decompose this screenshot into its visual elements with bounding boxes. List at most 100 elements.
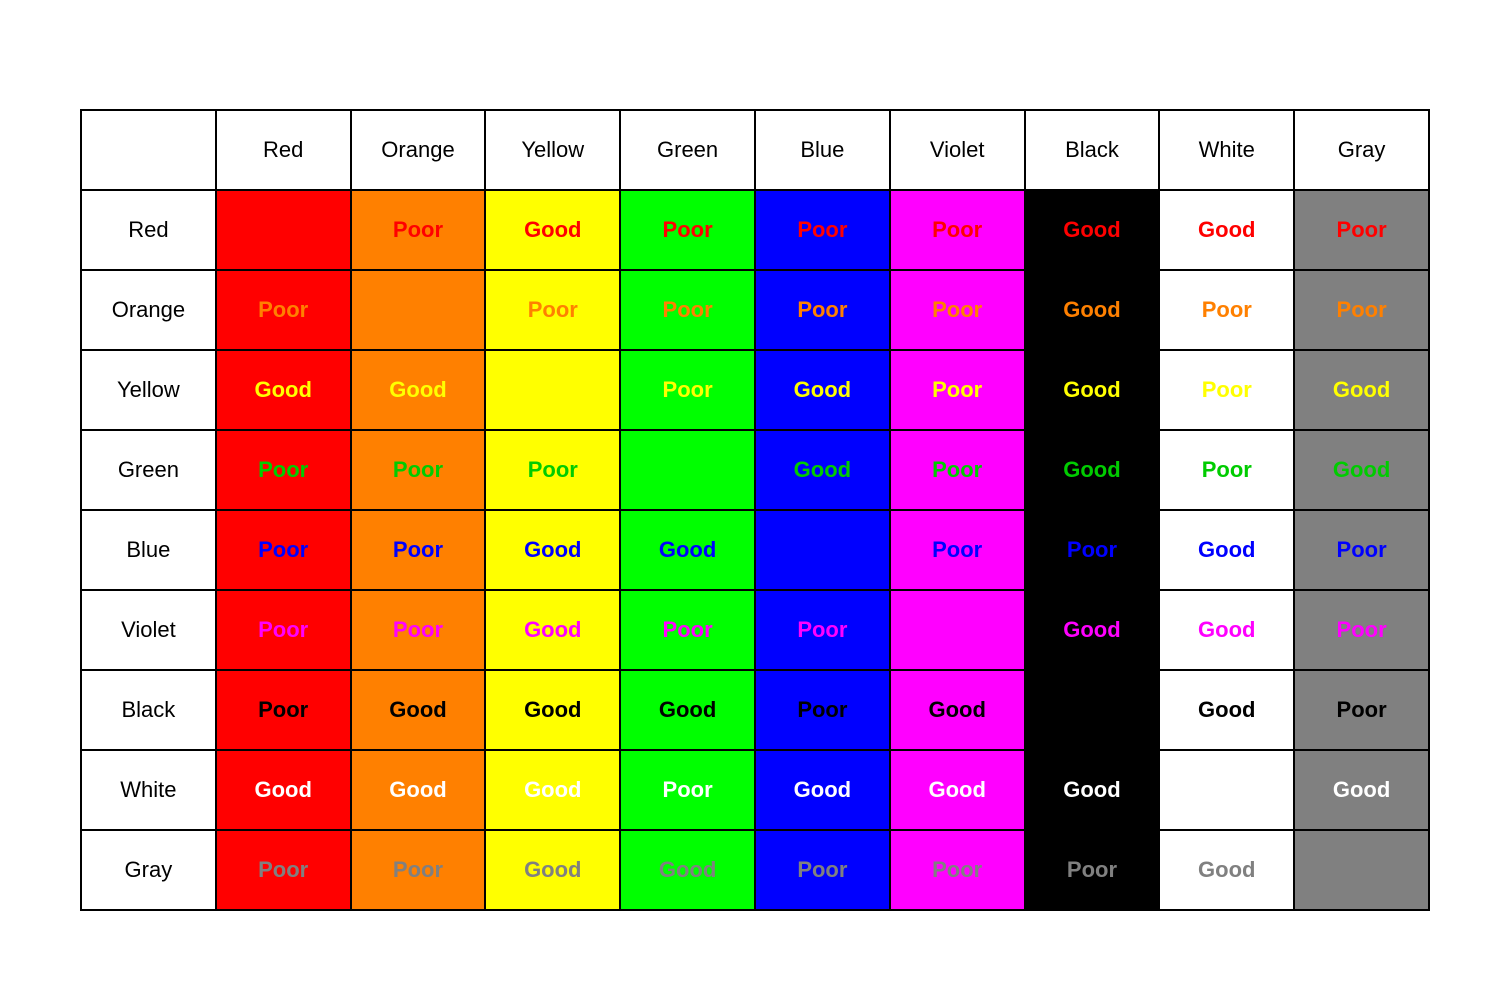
header-row: RedOrangeYellowGreenBlueVioletBlackWhite…: [81, 110, 1429, 190]
cell-label: Good: [524, 617, 581, 642]
cell-label: Good: [1198, 217, 1255, 242]
cell-yellow-3: Poor: [620, 350, 755, 430]
cell-label: Good: [928, 697, 985, 722]
cell-label: Poor: [1337, 697, 1387, 722]
cell-orange-1: [351, 270, 486, 350]
cell-label: Poor: [393, 617, 443, 642]
cell-label: Poor: [797, 697, 847, 722]
cell-yellow-2: [485, 350, 620, 430]
cell-blue-4: [755, 510, 890, 590]
cell-label: Good: [659, 857, 716, 882]
cell-label: Good: [794, 377, 851, 402]
cell-green-7: Poor: [1159, 430, 1294, 510]
cell-label: Poor: [797, 617, 847, 642]
cell-violet-4: Poor: [755, 590, 890, 670]
cell-green-1: Poor: [351, 430, 486, 510]
cell-white-1: Good: [351, 750, 486, 830]
cell-label: Poor: [932, 297, 982, 322]
cell-white-2: Good: [485, 750, 620, 830]
cell-blue-7: Good: [1159, 510, 1294, 590]
col-header-red: Red: [216, 110, 351, 190]
cell-label: Poor: [663, 777, 713, 802]
cell-blue-8: Poor: [1294, 510, 1429, 590]
col-header-green: Green: [620, 110, 755, 190]
cell-label: Poor: [663, 217, 713, 242]
cell-label: Poor: [663, 377, 713, 402]
cell-label: Good: [1198, 697, 1255, 722]
cell-red-2: Good: [485, 190, 620, 270]
cell-orange-4: Poor: [755, 270, 890, 350]
cell-yellow-7: Poor: [1159, 350, 1294, 430]
row-header-blue: Blue: [81, 510, 216, 590]
cell-green-3: [620, 430, 755, 510]
cell-label: Poor: [663, 297, 713, 322]
cell-label: Poor: [258, 537, 308, 562]
table-row: WhiteGoodGoodGoodPoorGoodGoodGoodGood: [81, 750, 1429, 830]
row-header-red: Red: [81, 190, 216, 270]
cell-label: Good: [1063, 457, 1120, 482]
table-row: BlackPoorGoodGoodGoodPoorGoodGoodPoor: [81, 670, 1429, 750]
cell-white-4: Good: [755, 750, 890, 830]
table-container: RedOrangeYellowGreenBlueVioletBlackWhite…: [70, 109, 1430, 911]
row-header-gray: Gray: [81, 830, 216, 910]
cell-label: Good: [1198, 537, 1255, 562]
table-row: VioletPoorPoorGoodPoorPoorGoodGoodPoor: [81, 590, 1429, 670]
cell-blue-5: Poor: [890, 510, 1025, 590]
cell-label: Poor: [932, 457, 982, 482]
cell-gray-0: Poor: [216, 830, 351, 910]
cell-label: Good: [928, 777, 985, 802]
row-header-white: White: [81, 750, 216, 830]
cell-label: Poor: [1337, 217, 1387, 242]
cell-red-0: [216, 190, 351, 270]
cell-orange-3: Poor: [620, 270, 755, 350]
cell-blue-2: Good: [485, 510, 620, 590]
cell-label: Poor: [932, 537, 982, 562]
cell-label: Poor: [393, 217, 443, 242]
cell-label: Good: [389, 697, 446, 722]
cell-gray-7: Good: [1159, 830, 1294, 910]
cell-label: Poor: [258, 297, 308, 322]
cell-gray-2: Good: [485, 830, 620, 910]
cell-green-0: Poor: [216, 430, 351, 510]
cell-violet-6: Good: [1025, 590, 1160, 670]
cell-orange-2: Poor: [485, 270, 620, 350]
row-header-violet: Violet: [81, 590, 216, 670]
cell-orange-5: Poor: [890, 270, 1025, 350]
cell-green-6: Good: [1025, 430, 1160, 510]
cell-orange-8: Poor: [1294, 270, 1429, 350]
table-row: OrangePoorPoorPoorPoorPoorGoodPoorPoor: [81, 270, 1429, 350]
cell-red-4: Poor: [755, 190, 890, 270]
col-header-black: Black: [1025, 110, 1160, 190]
cell-blue-6: Poor: [1025, 510, 1160, 590]
cell-blue-3: Good: [620, 510, 755, 590]
cell-yellow-6: Good: [1025, 350, 1160, 430]
cell-gray-3: Good: [620, 830, 755, 910]
cell-label: Poor: [663, 617, 713, 642]
cell-black-6: [1025, 670, 1160, 750]
cell-label: Poor: [1067, 857, 1117, 882]
cell-violet-7: Good: [1159, 590, 1294, 670]
table-row: BluePoorPoorGoodGoodPoorPoorGoodPoor: [81, 510, 1429, 590]
cell-label: Good: [524, 537, 581, 562]
cell-gray-8: [1294, 830, 1429, 910]
cell-orange-0: Poor: [216, 270, 351, 350]
cell-label: Poor: [1337, 537, 1387, 562]
cell-label: Poor: [1067, 537, 1117, 562]
cell-label: Poor: [1202, 457, 1252, 482]
col-header-yellow: Yellow: [485, 110, 620, 190]
cell-white-7: [1159, 750, 1294, 830]
cell-label: Poor: [932, 377, 982, 402]
cell-orange-7: Poor: [1159, 270, 1294, 350]
cell-violet-5: [890, 590, 1025, 670]
cell-white-5: Good: [890, 750, 1025, 830]
cell-white-0: Good: [216, 750, 351, 830]
cell-gray-6: Poor: [1025, 830, 1160, 910]
cell-green-8: Good: [1294, 430, 1429, 510]
cell-label: Poor: [1202, 297, 1252, 322]
cell-label: Good: [524, 857, 581, 882]
cell-black-1: Good: [351, 670, 486, 750]
cell-label: Good: [1063, 217, 1120, 242]
cell-label: Good: [659, 537, 716, 562]
cell-violet-1: Poor: [351, 590, 486, 670]
cell-label: Poor: [393, 857, 443, 882]
